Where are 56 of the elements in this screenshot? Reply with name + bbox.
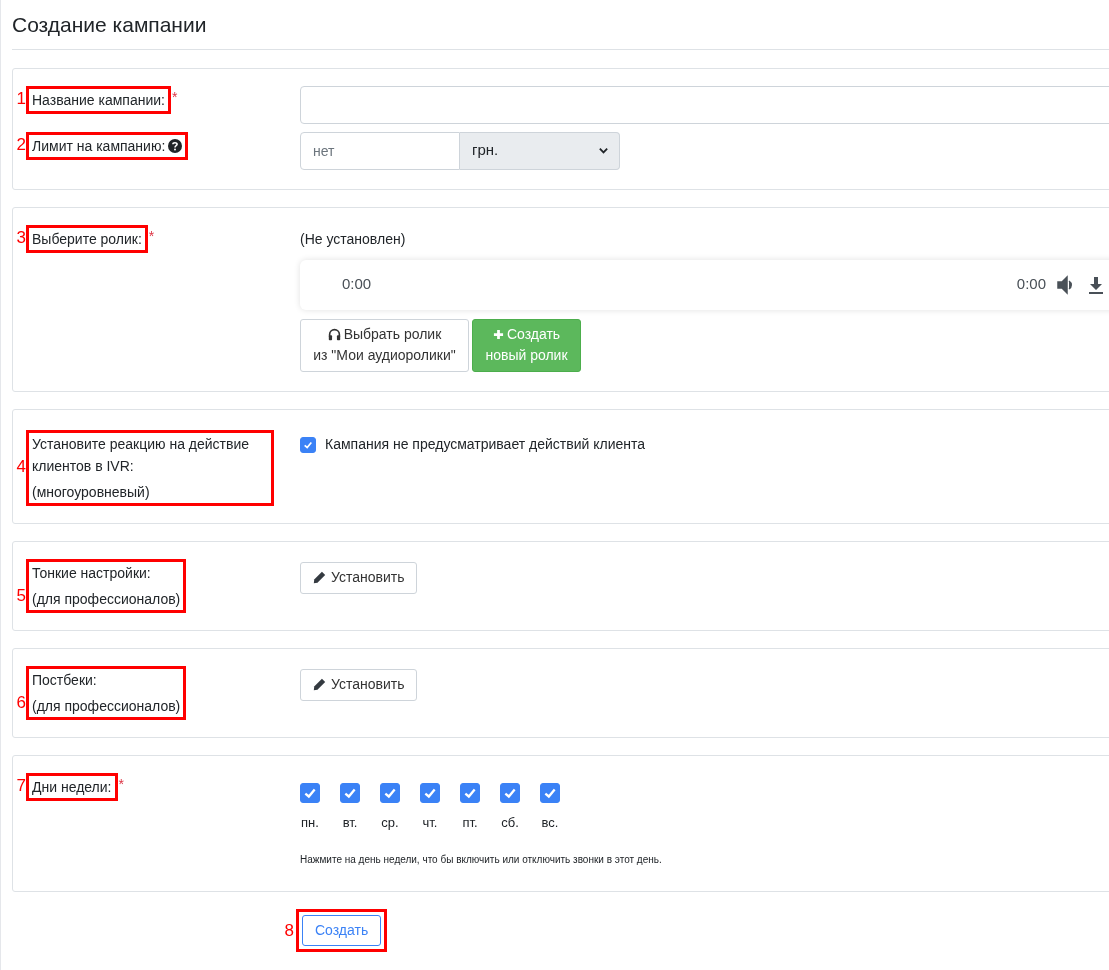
checkbox[interactable] xyxy=(460,782,480,803)
required-mark: * xyxy=(171,87,178,107)
headphones-icon xyxy=(327,328,341,341)
weekday-label: вс. xyxy=(541,813,559,832)
weekday-label: пн. xyxy=(301,813,319,832)
duration-time: 0:00 xyxy=(1016,274,1046,295)
checkbox[interactable] xyxy=(380,782,400,803)
annotation-number: 6 xyxy=(15,691,26,714)
annotation-number: 5 xyxy=(15,584,26,607)
checkbox[interactable] xyxy=(420,782,440,803)
weekday-label: пт. xyxy=(462,813,478,832)
weekday-label: сб. xyxy=(501,813,519,832)
annotation-number: 8 xyxy=(283,919,295,942)
field-sublabel: (многоуровневый) xyxy=(32,482,151,502)
field-label: Тонкие настройки: xyxy=(32,563,151,583)
checkbox[interactable] xyxy=(500,782,520,803)
field-label: Дни недели: xyxy=(32,777,112,797)
checkbox[interactable] xyxy=(300,436,316,453)
limit-field[interactable]: нет xyxy=(300,131,460,170)
field-label: Название кампании: xyxy=(32,90,165,110)
annotation-number: 1 xyxy=(15,87,26,110)
required-mark: * xyxy=(118,774,124,794)
field-sublabel: (для профессионалов) xyxy=(32,589,181,609)
field-sublabel: (для профессионалов) xyxy=(32,696,181,716)
currency-select[interactable]: грн. xyxy=(460,131,620,170)
download-icon[interactable] xyxy=(1086,274,1106,295)
current-time: 0:00 xyxy=(342,274,372,295)
field-label: Постбеки: xyxy=(32,670,97,690)
checkbox-label: Кампания не предусматривает действий клиента xyxy=(325,435,646,454)
weekday-label: чт. xyxy=(422,813,438,832)
choose-audio-button[interactable]: Выбрать ролик из "Мои аудиоролики" xyxy=(300,318,469,372)
field-label: Установите реакцию на действие клиентов в IVR: xyxy=(32,434,251,476)
set-button[interactable]: Установить xyxy=(300,561,418,594)
annotation-number: 7 xyxy=(15,774,26,797)
annotation-number: 4 xyxy=(15,455,26,478)
input-field[interactable] xyxy=(300,85,1109,124)
page-title: Создание кампании xyxy=(12,12,208,38)
checkbox[interactable] xyxy=(340,782,360,803)
weekday-label: вт. xyxy=(342,813,358,832)
field-label: Лимит на кампанию: xyxy=(32,136,166,156)
check-icon xyxy=(303,439,313,450)
hint-text: Нажмите на день недели, что бы включить или отключить звонки в этот день. xyxy=(300,853,662,867)
weekday-label: ср. xyxy=(381,813,399,832)
set-button[interactable]: Установить xyxy=(300,668,418,701)
create-button[interactable]: Создать xyxy=(302,915,382,946)
annotation-number: 2 xyxy=(15,133,26,156)
annotation-number: 3 xyxy=(15,226,26,249)
chevron-down-icon xyxy=(598,145,609,156)
field-label: Выберите ролик: xyxy=(32,229,142,249)
pencil-icon xyxy=(313,571,326,584)
pencil-icon xyxy=(313,678,326,691)
plus-icon xyxy=(492,329,504,340)
checkbox[interactable] xyxy=(540,782,560,803)
required-mark: * xyxy=(148,226,155,246)
checkbox[interactable] xyxy=(300,782,320,803)
audio-status: (Не установлен) xyxy=(300,229,407,249)
